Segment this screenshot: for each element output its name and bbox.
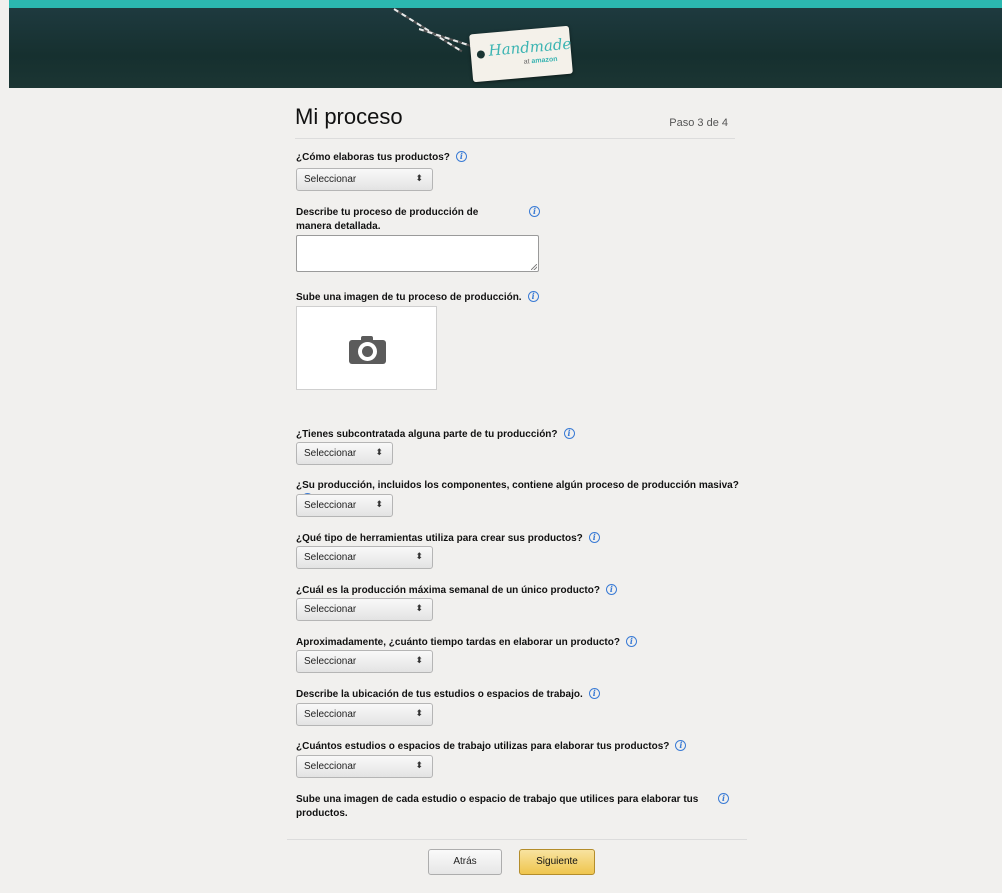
weekly-output-select[interactable]: Seleccionar ⬍ [296,598,433,621]
question-label: ¿Qué tipo de herramientas utiliza para c… [296,533,583,544]
process-image-upload[interactable] [296,306,437,390]
subcontracted-select[interactable]: Seleccionar ⬍ [296,442,393,465]
question-label: Describe tu proceso de producción de man… [296,207,479,232]
step-indicator: Paso 3 de 4 [669,117,728,129]
select-value: Seleccionar [304,500,357,511]
header-banner: Handmade at amazon [9,8,1002,88]
select-value: Seleccionar [304,448,357,459]
question-label: ¿Cómo elaboras tus productos? [296,152,450,163]
info-icon[interactable]: i [625,636,637,647]
question-workspace-count: ¿Cuántos estudios o espacios de trabajo … [296,740,687,754]
question-time-per-product: Aproximadamente, ¿cuánto tiempo tardas e… [296,636,637,650]
resize-grip-icon[interactable] [531,264,537,270]
question-tools: ¿Qué tipo de herramientas utiliza para c… [296,532,600,546]
workspace-count-select[interactable]: Seleccionar ⬍ [296,755,433,778]
updown-arrow-icon: ⬍ [415,708,423,718]
select-value: Seleccionar [304,604,357,615]
updown-arrow-icon: ⬍ [415,760,423,770]
form-panel: Mi proceso Paso 3 de 4 ¿Cómo elaboras tu… [287,88,747,893]
logo-subtext: at amazon [523,55,558,66]
tag-string [418,28,472,47]
question-label: ¿Su producción, incluidos los componente… [296,480,739,491]
question-workspace-images: Sube una imagen de cada estudio o espaci… [296,793,706,821]
question-process-image: Sube una imagen de tu proceso de producc… [296,291,539,305]
info-icon[interactable]: i [563,428,575,439]
question-workspace-location: Describe la ubicación de tus estudios o … [296,688,600,702]
how-made-select[interactable]: Seleccionar ⬍ [296,168,433,191]
updown-arrow-icon: ⬍ [375,447,383,457]
logo-text: Handmade [487,34,573,60]
updown-arrow-icon: ⬍ [415,603,423,613]
divider [295,138,735,139]
info-icon[interactable]: i [588,688,600,699]
next-button[interactable]: Siguiente [519,849,595,875]
question-label: ¿Tienes subcontratada alguna parte de tu… [296,429,558,440]
mass-production-select[interactable]: Seleccionar ⬍ [296,494,393,517]
question-label: ¿Cuál es la producción máxima semanal de… [296,585,600,596]
updown-arrow-icon: ⬍ [415,173,423,183]
question-how-made: ¿Cómo elaboras tus productos? i [296,151,467,165]
workspace-location-select[interactable]: Seleccionar ⬍ [296,703,433,726]
page-title: Mi proceso [295,104,403,129]
question-subcontracted: ¿Tienes subcontratada alguna parte de tu… [296,428,575,442]
updown-arrow-icon: ⬍ [375,499,383,509]
info-icon[interactable]: i [529,206,540,217]
question-label: Describe la ubicación de tus estudios o … [296,689,583,700]
process-description-textarea[interactable] [296,235,539,272]
info-icon[interactable]: i [588,532,600,543]
info-icon[interactable]: i [718,793,729,804]
question-label: Aproximadamente, ¿cuánto tiempo tardas e… [296,637,620,648]
time-per-product-select[interactable]: Seleccionar ⬍ [296,650,433,673]
updown-arrow-icon: ⬍ [415,655,423,665]
handmade-logo[interactable]: Handmade at amazon [469,25,573,83]
divider [287,839,747,840]
info-icon[interactable]: i [527,291,539,302]
question-label: Sube una imagen de tu proceso de producc… [296,292,522,303]
tools-select[interactable]: Seleccionar ⬍ [296,546,433,569]
top-accent-strip [9,0,1002,8]
back-button[interactable]: Atrás [428,849,502,875]
question-label: Sube una imagen de cada estudio o espaci… [296,794,699,819]
question-process-description: Describe tu proceso de producción de man… [296,206,516,234]
updown-arrow-icon: ⬍ [415,551,423,561]
info-icon[interactable]: i [605,584,617,595]
question-label: ¿Cuántos estudios o espacios de trabajo … [296,741,670,752]
question-weekly-output: ¿Cuál es la producción máxima semanal de… [296,584,617,598]
info-icon[interactable]: i [455,151,467,162]
select-value: Seleccionar [304,656,357,667]
camera-lens [362,346,373,357]
select-value: Seleccionar [304,174,357,185]
tag-hole [476,50,486,59]
info-icon[interactable]: i [675,740,687,751]
select-value: Seleccionar [304,761,357,772]
select-value: Seleccionar [304,709,357,720]
select-value: Seleccionar [304,552,357,563]
